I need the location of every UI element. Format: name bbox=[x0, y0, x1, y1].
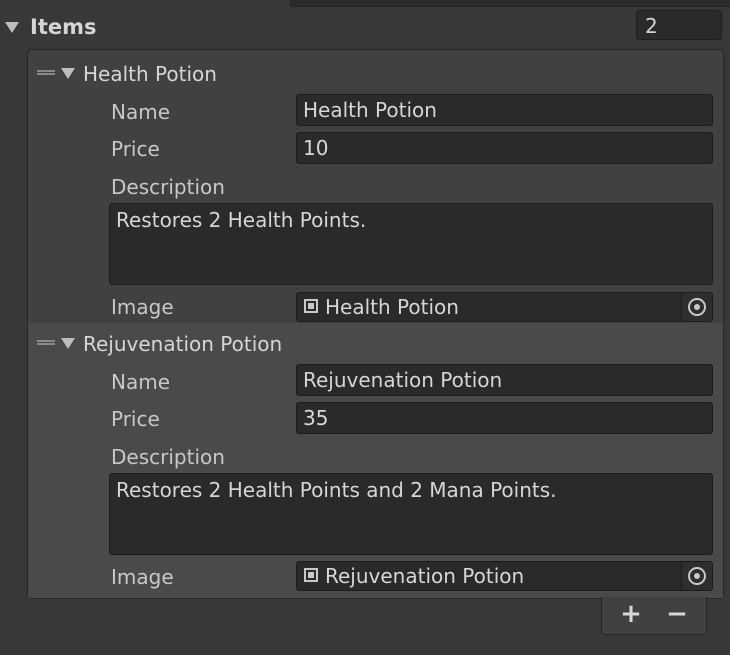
image-object-name: Health Potion bbox=[325, 295, 459, 319]
price-label: Price bbox=[111, 407, 160, 431]
element-title[interactable]: Health Potion bbox=[83, 62, 217, 86]
drag-handle-icon[interactable] bbox=[37, 340, 55, 345]
image-object-name: Rejuvenation Potion bbox=[325, 564, 525, 588]
items-title: Items bbox=[30, 15, 97, 39]
object-picker-button[interactable] bbox=[681, 562, 712, 590]
description-label: Description bbox=[111, 445, 225, 469]
image-label: Image bbox=[111, 565, 174, 589]
image-object-field[interactable]: Health Potion bbox=[296, 292, 713, 322]
items-list: Health Potion Name Health Potion Price 1… bbox=[27, 49, 724, 599]
items-foldout-triangle-icon[interactable] bbox=[5, 22, 19, 33]
image-label: Image bbox=[111, 295, 174, 319]
name-field[interactable]: Rejuvenation Potion bbox=[296, 364, 713, 396]
description-textarea[interactable]: Restores 2 Health Points and 2 Mana Poin… bbox=[109, 473, 713, 555]
name-field[interactable]: Health Potion bbox=[296, 94, 713, 126]
name-label: Name bbox=[111, 370, 171, 394]
items-foldout-header[interactable]: Items 2 bbox=[0, 8, 730, 46]
image-object-field[interactable]: Rejuvenation Potion bbox=[296, 561, 713, 591]
name-label: Name bbox=[111, 100, 171, 124]
list-item: Rejuvenation Potion Name Rejuvenation Po… bbox=[28, 323, 723, 598]
description-label: Description bbox=[111, 175, 225, 199]
element-foldout-triangle-icon[interactable] bbox=[61, 68, 75, 79]
remove-element-button[interactable]: − bbox=[660, 599, 694, 629]
description-textarea[interactable]: Restores 2 Health Points. bbox=[109, 203, 713, 285]
price-field[interactable]: 10 bbox=[296, 132, 713, 164]
sprite-icon bbox=[304, 299, 318, 313]
element-title[interactable]: Rejuvenation Potion bbox=[83, 332, 282, 356]
items-count-field[interactable]: 2 bbox=[636, 10, 722, 40]
add-element-button[interactable]: + bbox=[614, 599, 648, 629]
previous-field-edge bbox=[290, 0, 730, 7]
price-label: Price bbox=[111, 137, 160, 161]
drag-handle-icon[interactable] bbox=[37, 70, 55, 75]
object-picker-button[interactable] bbox=[681, 293, 712, 321]
price-field[interactable]: 35 bbox=[296, 402, 713, 434]
list-item: Health Potion Name Health Potion Price 1… bbox=[28, 50, 723, 322]
list-footer: + − bbox=[601, 597, 707, 635]
object-picker-icon bbox=[688, 298, 706, 316]
element-foldout-triangle-icon[interactable] bbox=[61, 338, 75, 349]
sprite-icon bbox=[304, 568, 318, 582]
object-picker-icon bbox=[688, 567, 706, 585]
